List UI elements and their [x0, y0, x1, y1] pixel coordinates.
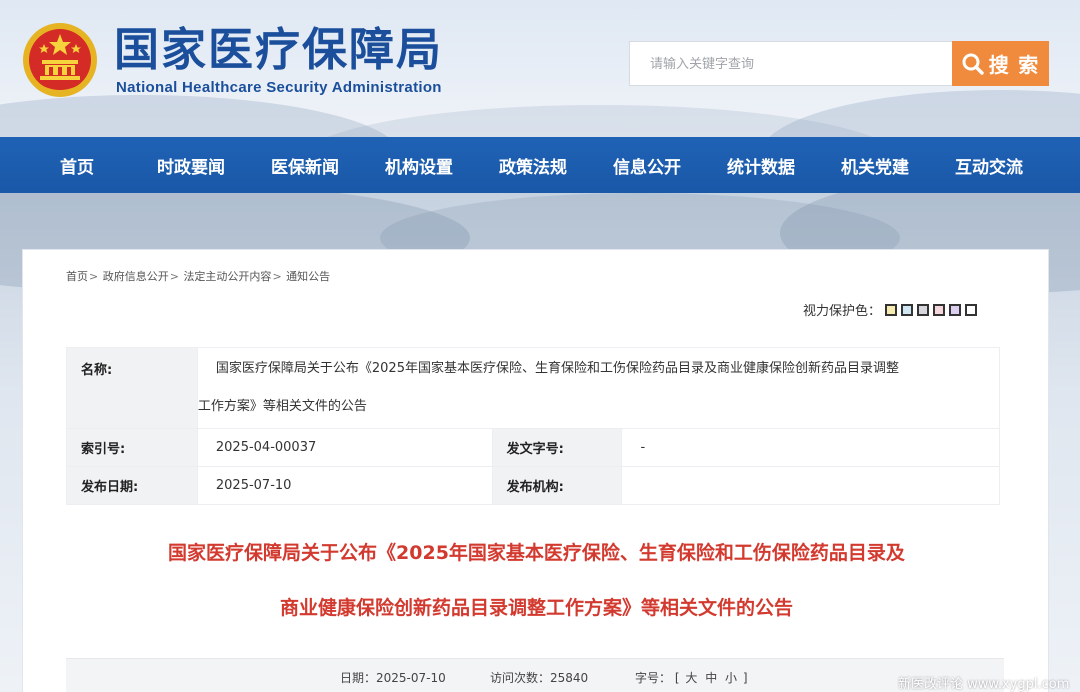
document-number-label: 发文字号:	[491, 428, 623, 467]
site-header: 国家医疗保障局 National Healthcare Security Adm…	[0, 0, 1080, 137]
breadcrumb-gov-info[interactable]: 政府信息公开	[103, 270, 169, 283]
issuing-agency-value	[621, 466, 1000, 505]
search-button-label: 搜 索	[988, 55, 1041, 77]
font-size-bracket-close: ]	[742, 671, 748, 685]
meta-visits: 访问次数：25840	[490, 669, 588, 686]
nav-item-party-building[interactable]: 机关党建	[818, 153, 932, 178]
issuing-agency-label: 发布机构:	[491, 466, 623, 505]
nav-item-info-disclosure[interactable]: 信息公开	[590, 153, 704, 178]
search-icon	[962, 53, 984, 75]
meta-visits-label: 访问次数：	[490, 671, 551, 685]
meta-date-label: 日期：	[340, 671, 377, 685]
publish-date-label: 发布日期:	[66, 466, 198, 505]
content-card: 首页> 政府信息公开> 法定主动公开内容> 通知公告 视力保护色： 名称: 国家…	[22, 249, 1049, 692]
national-emblem-icon	[23, 23, 97, 97]
font-size-large-button[interactable]: 大	[685, 671, 697, 685]
index-number-label: 索引号:	[66, 428, 198, 467]
meta-date: 日期：2025-07-10	[340, 669, 446, 686]
nav-item-statistics[interactable]: 统计数据	[704, 153, 818, 178]
name-label: 名称:	[66, 347, 198, 429]
nav-item-interaction[interactable]: 互动交流	[932, 153, 1046, 178]
breadcrumb-statutory-content[interactable]: 法定主动公开内容	[183, 270, 271, 283]
meta-visits-value: 25840	[550, 671, 589, 685]
breadcrumb-notices[interactable]: 通知公告	[286, 270, 330, 283]
name-value-line2: 工作方案》等相关文件的公告	[197, 399, 367, 414]
nav-item-home[interactable]: 首页	[20, 153, 134, 178]
font-size-medium-button[interactable]: 中	[705, 671, 717, 685]
nav-item-healthcare-news[interactable]: 医保新闻	[248, 153, 362, 178]
color-swatch-pink[interactable]	[933, 303, 946, 316]
color-swatch-blue[interactable]	[901, 303, 914, 316]
vision-protection-bar: 视力保护色：	[803, 300, 978, 319]
nav-item-policies[interactable]: 政策法规	[476, 153, 590, 178]
breadcrumb-separator: >	[272, 270, 282, 283]
name-value: 国家医疗保障局关于公布《2025年国家基本医疗保险、生育保险和工伤保险药品目录及…	[196, 347, 1001, 429]
search-input[interactable]	[629, 41, 953, 86]
nav-item-current-affairs[interactable]: 时政要闻	[134, 153, 248, 178]
publish-date-value: 2025-07-10	[196, 466, 493, 505]
main-nav: 首页 时政要闻 医保新闻 机构设置 政策法规 信息公开 统计数据 机关党建 互动…	[0, 137, 1080, 193]
breadcrumb: 首页> 政府信息公开> 法定主动公开内容> 通知公告	[66, 268, 330, 284]
document-number-value: -	[621, 428, 1000, 467]
watermark-text: 新医改评论 www.xygpl.com	[898, 677, 1070, 692]
vision-protection-label: 视力保护色：	[803, 304, 882, 319]
color-swatch-yellow[interactable]	[885, 303, 898, 316]
article-title-line1: 国家医疗保障局关于公布《2025年国家基本医疗保险、生育保险和工伤保险药品目录及	[168, 542, 905, 564]
name-value-line1: 国家医疗保障局关于公布《2025年国家基本医疗保险、生育保险和工伤保险药品目录及…	[215, 361, 899, 376]
color-swatch-gray[interactable]	[917, 303, 930, 316]
meta-date-value: 2025-07-10	[376, 671, 446, 685]
color-swatch-white[interactable]	[965, 303, 978, 316]
breadcrumb-separator: >	[89, 270, 99, 283]
site-title-cn[interactable]: 国家医疗保障局	[114, 22, 443, 78]
breadcrumb-separator: >	[169, 270, 179, 283]
color-swatch-purple[interactable]	[949, 303, 962, 316]
nav-item-organization[interactable]: 机构设置	[362, 153, 476, 178]
breadcrumb-home[interactable]: 首页	[66, 270, 88, 283]
font-size-small-button[interactable]: 小	[725, 671, 737, 685]
font-size-bracket-open: [	[674, 671, 680, 685]
search-button[interactable]: 搜 索	[952, 41, 1049, 86]
font-size-label: 字号：	[635, 671, 672, 685]
site-title-en[interactable]: National Healthcare Security Administrat…	[116, 79, 442, 96]
article-title: 国家医疗保障局关于公布《2025年国家基本医疗保险、生育保险和工伤保险药品目录及…	[23, 526, 1050, 636]
article-title-line2: 商业健康保险创新药品目录调整工作方案》等相关文件的公告	[279, 597, 793, 619]
index-number-value: 2025-04-00037	[196, 428, 493, 467]
font-size-control: 字号： [ 大 中 小 ]	[635, 669, 748, 686]
article-meta-bar: 日期：2025-07-10 访问次数：25840 字号： [ 大 中 小 ]	[66, 658, 1004, 692]
document-info-table: 名称: 国家医疗保障局关于公布《2025年国家基本医疗保险、生育保险和工伤保险药…	[66, 347, 1001, 505]
